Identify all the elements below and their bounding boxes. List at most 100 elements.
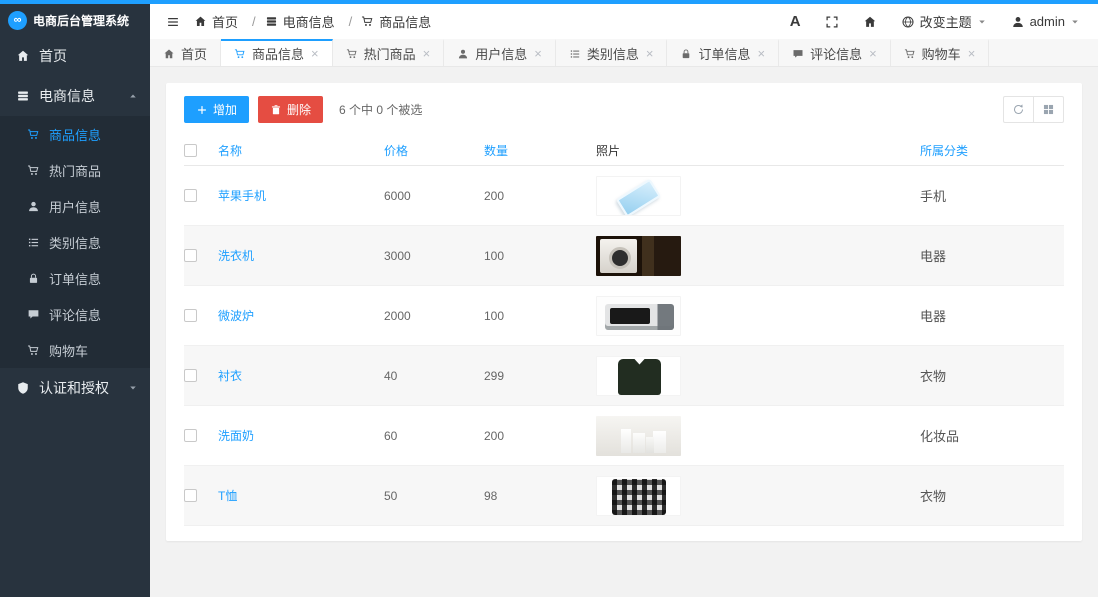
breadcrumb-label: 首页 (212, 12, 238, 31)
breadcrumb-item[interactable]: 商品信息 (361, 12, 431, 31)
tab[interactable]: 热门商品 × (333, 39, 445, 66)
row-checkbox[interactable] (184, 429, 197, 442)
home-button[interactable] (863, 15, 877, 29)
column-header-name[interactable]: 名称 (218, 142, 384, 159)
row-checkbox[interactable] (184, 189, 197, 202)
sidebar-subitem[interactable]: 用户信息 (0, 188, 150, 224)
table-body: 苹果手机 6000 200 手机 洗衣机 3000 1 (184, 166, 1064, 526)
close-icon[interactable]: × (968, 47, 976, 60)
sidebar-item-home[interactable]: 首页 (0, 36, 150, 76)
product-price: 40 (384, 369, 484, 383)
layers-icon (16, 89, 30, 103)
column-header-category[interactable]: 所属分类 (920, 142, 1064, 159)
table-row: 洗面奶 60 200 化妆品 (184, 406, 1064, 466)
breadcrumb-item[interactable]: 电商信息 (265, 12, 362, 31)
row-checkbox[interactable] (184, 249, 197, 262)
close-icon[interactable]: × (646, 47, 654, 60)
product-price: 60 (384, 429, 484, 443)
home-icon (863, 15, 877, 29)
tab[interactable]: 类别信息 × (556, 39, 668, 66)
cart-icon (27, 128, 40, 141)
close-icon[interactable]: × (311, 47, 319, 60)
close-icon[interactable]: × (534, 47, 542, 60)
select-all-checkbox[interactable] (184, 144, 197, 157)
delete-button[interactable]: 删除 (258, 96, 323, 123)
menu-toggle-button[interactable] (166, 15, 180, 29)
columns-button[interactable] (1033, 96, 1064, 123)
sidebar-group-ecommerce[interactable]: 电商信息 (0, 76, 150, 116)
tab[interactable]: 订单信息 × (667, 39, 779, 66)
tab[interactable]: 用户信息 × (444, 39, 556, 66)
product-category: 化妆品 (920, 426, 1064, 445)
tab[interactable]: 评论信息 × (779, 39, 891, 66)
sidebar-subitem[interactable]: 订单信息 (0, 260, 150, 296)
breadcrumb-item[interactable]: 首页 (194, 12, 265, 31)
fullscreen-icon (825, 15, 839, 29)
product-qty: 100 (484, 309, 596, 323)
user-menu[interactable]: admin (1011, 14, 1080, 29)
logo-icon: ∞ (8, 11, 27, 30)
breadcrumb-label: 商品信息 (379, 12, 431, 31)
add-button[interactable]: 增加 (184, 96, 249, 123)
table-row: 洗衣机 3000 100 电器 (184, 226, 1064, 286)
tab[interactable]: 首页 (150, 39, 221, 66)
product-price: 2000 (384, 309, 484, 323)
sidebar-subitem[interactable]: 评论信息 (0, 296, 150, 332)
tab-label: 商品信息 (252, 44, 304, 63)
product-name-link[interactable]: 微波炉 (218, 307, 384, 324)
selection-status: 6 个中 0 个被选 (339, 101, 422, 118)
table-header: 名称 价格 数量 照片 所属分类 (184, 136, 1064, 166)
row-checkbox[interactable] (184, 369, 197, 382)
refresh-button[interactable] (1003, 96, 1034, 123)
product-category: 衣物 (920, 486, 1064, 505)
close-icon[interactable]: × (869, 47, 877, 60)
chevron-down-icon (977, 17, 987, 27)
lock-icon (680, 48, 692, 60)
product-name-link[interactable]: T恤 (218, 487, 384, 504)
product-category: 电器 (920, 246, 1064, 265)
close-icon[interactable]: × (423, 47, 431, 60)
sidebar-subitem[interactable]: 商品信息 (0, 116, 150, 152)
product-category: 手机 (920, 186, 1064, 205)
product-name-link[interactable]: 洗衣机 (218, 247, 384, 264)
home-icon (163, 48, 175, 60)
product-name-link[interactable]: 衬衣 (218, 367, 384, 384)
fullscreen-button[interactable] (825, 15, 839, 29)
layers-icon (265, 15, 278, 28)
tab[interactable]: 商品信息 × (221, 39, 333, 66)
globe-icon (901, 15, 915, 29)
change-theme-menu[interactable]: 改变主题 (901, 12, 987, 31)
topbar: 首页 电商信息 商品信息 A (150, 4, 1098, 39)
tab[interactable]: 购物车 × (891, 39, 990, 66)
cart-icon (234, 48, 246, 60)
sidebar-subitem[interactable]: 类别信息 (0, 224, 150, 260)
close-icon[interactable]: × (757, 47, 765, 60)
sidebar-subitem[interactable]: 购物车 (0, 332, 150, 368)
row-checkbox[interactable] (184, 489, 197, 502)
font-size-button[interactable]: A (790, 13, 801, 30)
sidebar-subitem-label: 用户信息 (49, 197, 101, 216)
list-icon (27, 236, 40, 249)
sidebar-subitem[interactable]: 热门商品 (0, 152, 150, 188)
sidebar-submenu: 商品信息 热门商品 用户信息 类别信息 (0, 116, 150, 368)
list-icon (569, 48, 581, 60)
cart-icon (361, 15, 374, 28)
trash-icon (270, 104, 282, 116)
refresh-icon (1012, 103, 1025, 116)
product-name-link[interactable]: 苹果手机 (218, 187, 384, 204)
plus-icon (196, 104, 208, 116)
product-photo (596, 296, 681, 336)
column-header-price[interactable]: 价格 (384, 142, 484, 159)
sidebar-subitem-label: 评论信息 (49, 305, 101, 324)
comment-icon (792, 48, 804, 60)
row-checkbox[interactable] (184, 309, 197, 322)
product-category: 电器 (920, 306, 1064, 325)
column-header-qty[interactable]: 数量 (484, 142, 596, 159)
table-tools (1003, 96, 1064, 123)
sidebar-group-label: 认证和授权 (39, 378, 109, 398)
sidebar-group-auth[interactable]: 认证和授权 (0, 368, 150, 408)
sidebar-subitem-label: 购物车 (49, 341, 88, 360)
chevron-down-icon (128, 383, 138, 393)
breadcrumb-label: 电商信息 (283, 12, 335, 31)
product-name-link[interactable]: 洗面奶 (218, 427, 384, 444)
